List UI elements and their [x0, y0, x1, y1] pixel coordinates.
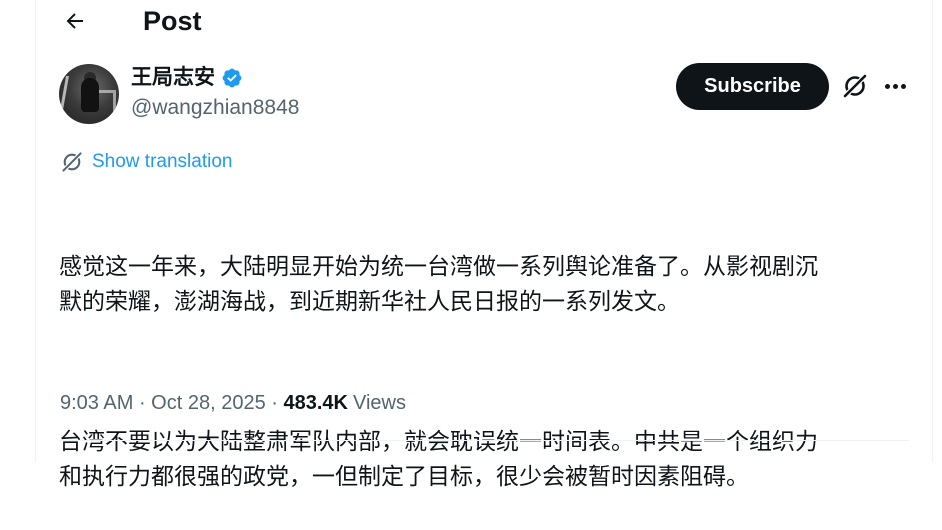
tweet-paragraph: 感觉这一年来，大陆明显开始为统一台湾做一系列舆论准备了。从影视剧沉 默的荣耀，澎…: [59, 254, 818, 315]
avatar-art-2: [99, 90, 116, 113]
tweet-meta: 9:03 AM · Oct 28, 2025 · 483.4K Views: [60, 390, 406, 416]
show-translation-label: Show translation: [92, 151, 233, 172]
tweet-text: 感觉这一年来，大陆明显开始为统一台湾做一系列舆论准备了。从影视剧沉 默的荣耀，澎…: [59, 180, 914, 530]
views-count: 483.4K: [283, 392, 348, 414]
verified-badge-icon[interactable]: [221, 67, 243, 89]
tweet-time[interactable]: 9:03 AM: [60, 390, 133, 416]
more-icon-dot: [892, 83, 898, 89]
subscribe-button[interactable]: Subscribe: [676, 63, 829, 110]
page-title: Post: [143, 6, 202, 36]
translate-icon: [61, 151, 83, 173]
author-handle[interactable]: @wangzhian8848: [131, 95, 299, 121]
author-name-row: 王局志安: [131, 65, 243, 91]
grok-icon: [842, 73, 868, 99]
avatar-art: [60, 76, 83, 110]
divider: [59, 440, 909, 441]
meta-separator: ·: [133, 392, 152, 414]
tweet-date[interactable]: Oct 28, 2025: [151, 390, 266, 416]
author-display-name[interactable]: 王局志安: [131, 65, 215, 91]
grok-button[interactable]: [841, 72, 869, 100]
views-label: Views: [352, 392, 406, 414]
more-icon-dot: [900, 83, 906, 89]
show-translation-link[interactable]: Show translation: [60, 150, 232, 174]
avatar[interactable]: [59, 64, 119, 124]
back-arrow-icon: [66, 13, 83, 29]
more-options-button[interactable]: [881, 72, 909, 100]
back-button[interactable]: [60, 6, 90, 36]
meta-separator: ·: [265, 392, 284, 414]
more-icon-dot: [884, 83, 890, 89]
tweet-paragraph: 台湾不要以为大陆整肃军队内部，就会耽误统一时间表。中共是一个组织力 和执行力都很…: [59, 429, 818, 490]
avatar-figure: [81, 78, 99, 112]
